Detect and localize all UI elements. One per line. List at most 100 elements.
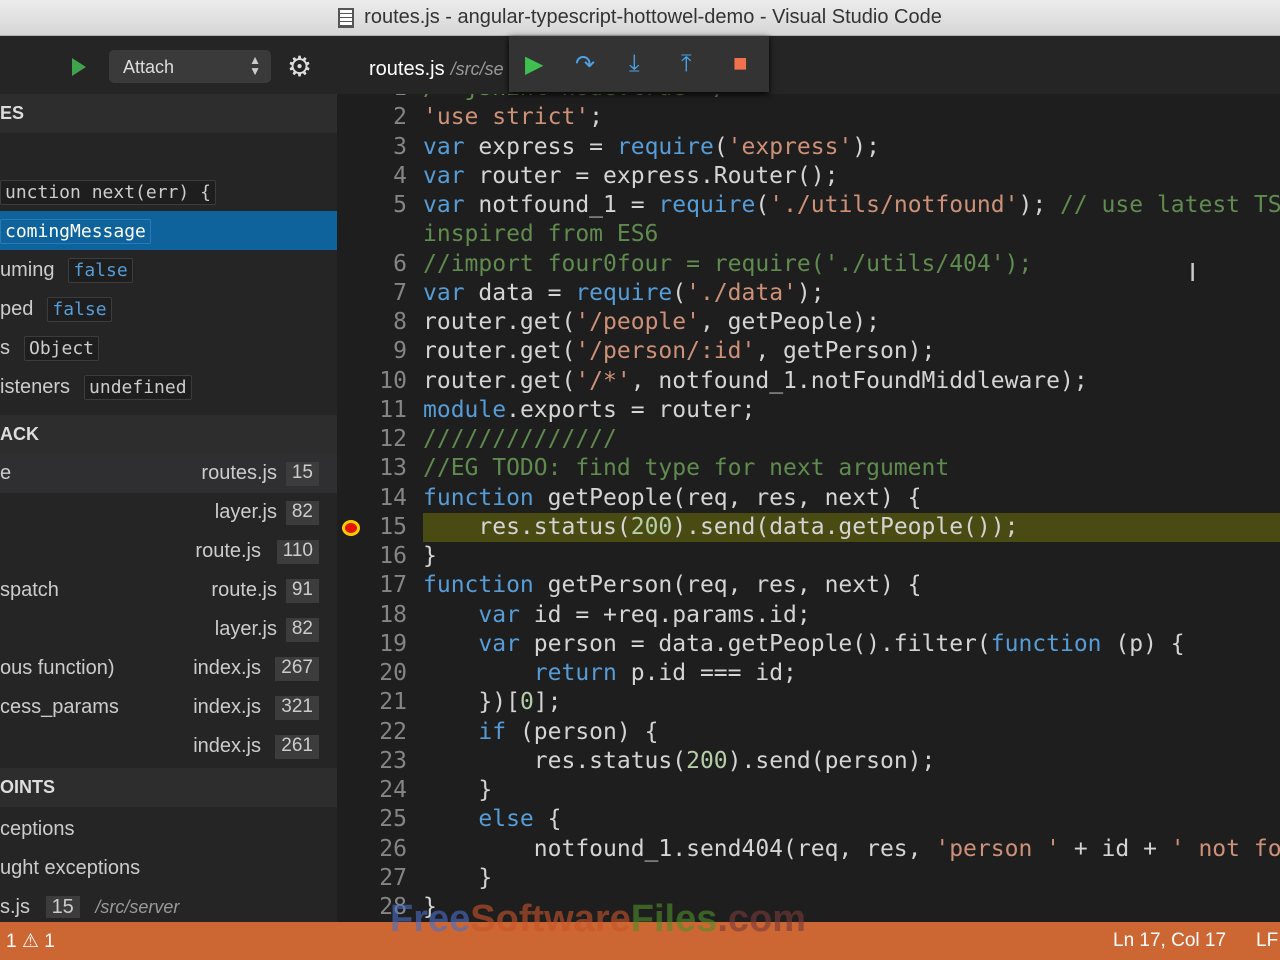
code-line: 15 res.status(200).send(data.getPeople()… [337,512,1280,542]
code-line: 23 res.status(200).send(person); [337,747,1280,776]
breakpoint-label: s.js [0,896,30,918]
warning-icon: ⚠ [21,931,39,952]
step-out-icon[interactable]: ⤒ [681,50,692,78]
frame-line: 82 [285,618,319,642]
line-number: 13 [379,455,407,482]
line-code: var express = require('express'); [423,133,880,160]
frame-file: route.js [211,579,277,601]
line-code: function getPerson(req, res, next) { [423,572,922,599]
code-line: 14 function getPeople(req, res, next) { [337,484,1280,513]
code-line: 3 var express = require('express'); [337,133,1280,162]
line-number: 3 [393,133,407,160]
step-into-icon[interactable]: ⤓ [629,50,640,78]
continue-icon[interactable]: ▶ [525,50,543,79]
variable-row[interactable]: comingMessage [0,211,337,250]
breakpoint-item[interactable]: ught exceptions [0,849,337,888]
line-code: var notfound_1 = require('./utils/notfou… [423,192,1280,218]
variable-row[interactable]: isteners undefined [0,367,337,406]
text-cursor-icon: I [1189,257,1197,287]
cursor-position[interactable]: Ln 17, Col 17 [1113,930,1226,952]
line-code: })[0]; [423,689,562,716]
line-number: 6 [393,250,407,277]
line-code: if (person) { [478,718,659,745]
frame-name: e [0,462,12,484]
start-debugging-play-icon[interactable] [72,58,86,76]
code-line: 17 function getPerson(req, res, next) { [337,571,1280,600]
breakpoint-item[interactable]: s.js 15 /src/server [0,888,337,922]
frame-name: spatch [0,579,59,601]
frame-line: 110 [276,540,319,564]
code-line: 18 var id = +req.params.id; [337,601,1280,630]
line-code: var person = data.getPeople().filter(fun… [478,630,1185,657]
frame-file: layer.js [214,501,277,523]
variable-value: comingMessage [0,219,151,244]
code-line: 11 module.exports = router; [337,396,1280,425]
line-code: module.exports = router; [423,396,756,423]
breakpoint-item[interactable]: ceptions [0,810,337,849]
call-stack-frame[interactable]: layer.js 82 [0,610,337,649]
line-number: 14 [379,484,407,511]
code-line: 20 return p.id === id; [337,659,1280,688]
frame-file: routes.js [201,462,277,484]
line-number: 8 [393,309,407,335]
line-number: 27 [379,864,407,891]
debug-config-select[interactable]: Attach ▲ ▼ [109,50,271,83]
line-number: 12 [379,426,407,452]
error-count: 1 [6,931,17,952]
variable-name: isteners [0,376,71,398]
code-editor[interactable]: 1 /* jshint node:true */ 2 'use strict'; 3 va… [337,94,1280,922]
tab-routes-js[interactable]: routes.js/src/se [369,58,504,81]
line-ending[interactable]: LF [1256,930,1278,952]
line-number: 18 [379,601,407,628]
breakpoint-label: ught exceptions [0,857,141,879]
section-header[interactable]: ES [0,94,337,133]
line-code: 'use strict'; [423,104,604,131]
frame-name: ous function) [0,657,115,679]
line-code: router.get('/people', getPeople); [423,309,880,335]
variable-row[interactable]: s Object [0,328,337,367]
call-stack-frame[interactable]: index.js 261 [0,727,337,766]
variable-row[interactable]: uming false [0,250,337,289]
frame-line: 82 [285,501,319,525]
frame-file: index.js [193,696,261,718]
code-line: 8 router.get('/people', getPeople); [337,308,1280,337]
variable-name: uming [0,259,55,281]
line-number: 17 [379,572,407,599]
line-code: res.status(200).send(data.getPeople()); [423,512,1280,542]
variable-row[interactable]: unction next(err) { [0,172,337,211]
call-stack-frame[interactable]: route.js 110 [0,532,337,571]
step-over-icon[interactable]: ↷ [575,50,595,79]
line-code: var data = require('./data'); [423,279,825,306]
call-stack-frame[interactable]: ous function) index.js 267 [0,649,337,688]
call-stack-frame[interactable]: e routes.js 15 [0,454,337,493]
section-header[interactable]: ACK [0,415,337,454]
gear-icon[interactable]: ⚙ [287,50,312,83]
tab-path: /src/se [450,59,504,79]
stop-icon[interactable]: ■ [733,50,748,78]
variable-value: unction next(err) { [0,180,216,205]
line-code: router.get('/person/:id', getPerson); [423,338,936,365]
line-code: ////////////// [423,426,617,452]
call-stack-frame[interactable]: spatch route.js 91 [0,571,337,610]
select-arrows-icon: ▲ ▼ [249,53,261,78]
frame-file: index.js [193,735,261,757]
line-code: var id = +req.params.id; [478,601,811,628]
call-stack-frame[interactable]: cess_params index.js 321 [0,688,337,727]
breakpoint-path: /src/server [95,897,180,917]
line-code: } [423,864,493,891]
problems-indicator[interactable]: 1 ⚠ 1 [6,930,55,953]
call-stack-frame[interactable]: layer.js 82 [0,493,337,532]
variable-row[interactable]: ped false [0,289,337,328]
frame-file: index.js [193,657,261,679]
warning-count: 1 [44,931,55,952]
line-number: 22 [379,718,407,745]
code-line: 7 var data = require('./data'); [337,279,1280,308]
code-line: 13 //EG TODO: find type for next argument [337,454,1280,483]
frame-name: cess_params [0,696,119,718]
watermark: FreeSoftwareFiles.com [390,898,807,940]
code-line: inspired from ES6 [337,220,1280,249]
section-header[interactable]: OINTS [0,768,337,807]
line-code: notfound_1.send404(req, res, 'person ' +… [423,835,1280,862]
line-code: router.get('/*', notfound_1.notFoundMidd… [423,367,1088,394]
window-title: routes.js - angular-typescript-hottowel-… [364,6,942,28]
